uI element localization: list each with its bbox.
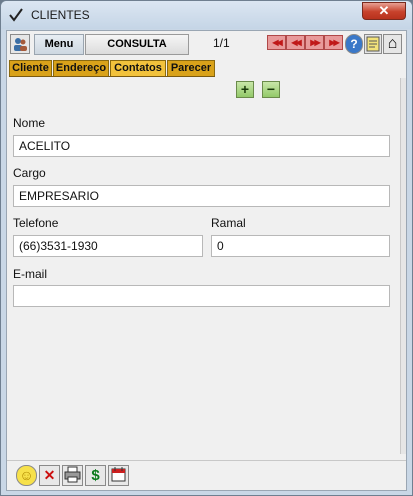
next-record-icon[interactable]: ▶▶ [305,35,324,50]
home-icon[interactable]: ⌂ [383,34,402,54]
checkmark-icon [9,8,23,22]
record-pager: 1/1 [213,36,230,50]
add-contact-button[interactable]: + [236,81,254,98]
tab-parecer[interactable]: Parecer [167,60,215,77]
notes-icon[interactable] [364,34,382,54]
remove-contact-button[interactable]: − [262,81,280,98]
ramal-label: Ramal [211,216,246,230]
tab-contatos[interactable]: Contatos [110,60,166,77]
clientes-window: CLIENTES ✕ Menu CONSULTA 1/1 ◀◀ ◀◀ ▶▶ ▶▶… [0,0,413,496]
smiley-icon[interactable]: ☺ [16,465,37,486]
cargo-field[interactable]: EMPRESARIO [13,185,390,207]
telefone-label: Telefone [13,216,59,230]
consulta-button[interactable]: CONSULTA [85,34,189,55]
bottom-toolbar: ☺ ✕ $ [7,460,406,490]
calendar-icon-graphic [111,467,126,482]
notes-icon-graphic [366,36,380,52]
menu-button[interactable]: Menu [34,34,84,55]
tab-cliente[interactable]: Cliente [9,60,52,77]
tab-endereco[interactable]: Endereço [53,60,109,77]
tab-underline [9,76,215,77]
ramal-field[interactable]: 0 [211,235,390,257]
users-icon[interactable] [10,34,30,54]
last-record-icon[interactable]: ▶▶ [324,35,343,50]
prev-record-icon[interactable]: ◀◀ [286,35,305,50]
email-field[interactable] [13,285,390,307]
email-label: E-mail [13,267,48,281]
form-client-area: Menu CONSULTA 1/1 ◀◀ ◀◀ ▶▶ ▶▶ ? ⌂ Client… [6,30,407,491]
delete-icon[interactable]: ✕ [39,465,60,486]
title-bar[interactable]: CLIENTES ✕ [1,1,412,29]
print-icon-graphic [64,466,81,483]
close-button[interactable]: ✕ [362,2,406,20]
nome-label: Nome [13,116,46,130]
print-icon[interactable] [62,465,83,486]
users-icon-graphic [14,38,27,51]
help-icon[interactable]: ? [345,34,363,54]
calendar-icon[interactable] [108,465,129,486]
window-title: CLIENTES [31,8,90,22]
telefone-field[interactable]: (66)3531-1930 [13,235,203,257]
dollar-icon[interactable]: $ [85,465,106,486]
first-record-icon[interactable]: ◀◀ [267,35,286,50]
toolbar: Menu CONSULTA 1/1 ◀◀ ◀◀ ▶▶ ▶▶ ? ⌂ [7,31,406,57]
vertical-scrollbar[interactable] [400,78,406,454]
cargo-label: Cargo [13,166,46,180]
nome-field[interactable]: ACELITO [13,135,390,157]
